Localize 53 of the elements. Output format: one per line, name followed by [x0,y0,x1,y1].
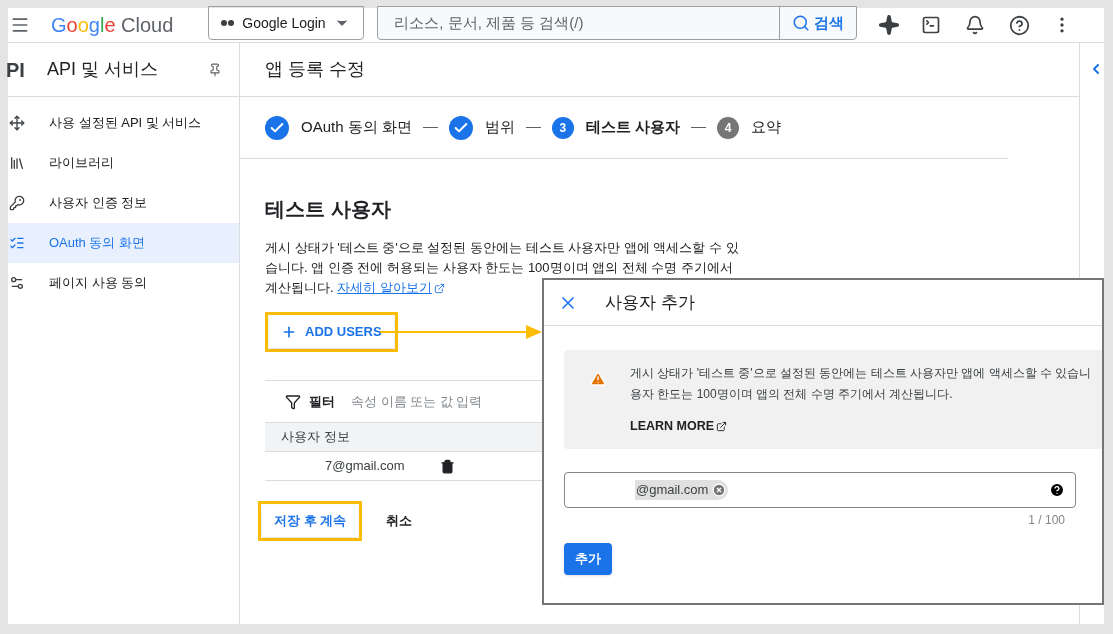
remove-icon[interactable] [712,483,727,497]
column-header: 사용자 정보 [281,428,350,447]
project-selector[interactable]: Google Login [208,6,365,40]
warning-icon [590,371,606,387]
sidebar-item[interactable]: 라이브러리 [8,143,239,183]
sidebar-item[interactable]: 사용 설정된 API 및 서비스 [8,103,239,143]
table-cell-text: 7@gmail.com [325,457,406,476]
learn-more-link[interactable]: 자세히 알아보기 [337,278,445,298]
pin-icon[interactable] [208,62,222,77]
step-number: 4 [717,116,740,139]
notifications-icon[interactable] [965,15,986,35]
terminal-icon[interactable] [921,15,942,35]
project-icon [221,20,235,26]
logo: Google Cloud [51,13,174,38]
cancel-button[interactable]: 취소 [378,505,421,537]
search-icon [792,14,811,32]
sidebar-item[interactable]: 사용자 인증 정보 [8,183,239,223]
page-title: 앱 등록 수정 [265,58,365,81]
move-arrows-icon [9,115,25,131]
email-chip: @gmail.com [635,480,729,500]
sidebar-item[interactable]: 페이지 사용 동의 [8,263,239,303]
filter-icon [285,393,301,410]
filter-field[interactable]: 속성 이름 또는 값 입력 [351,391,551,412]
sidebar-item[interactable]: OAuth 동의 화면 [8,223,239,263]
delete-icon[interactable] [440,458,455,474]
external-link-icon [433,282,445,294]
external-link-icon [716,420,728,432]
add-button[interactable]: 추가 [564,543,612,575]
step-label: OAuth 동의 화면 [301,117,412,138]
step-number: 3 [551,116,574,139]
key-icon [9,195,25,211]
save-continue-button[interactable]: 저장 후 계속 [262,505,359,537]
learn-more-link[interactable]: LEARN MORE [630,417,728,436]
add-users-button[interactable]: ADD USERS [269,316,394,348]
library-icon [9,155,25,171]
step-label: 요약 [751,117,782,138]
api-label: PI [6,57,26,83]
section-title: 테스트 사용자 [265,197,392,222]
menu-icon[interactable] [10,15,30,35]
filter-label: 필터 [309,392,335,411]
email-field[interactable]: @gmail.com [564,472,1076,508]
sidebar-title: API 및 서비스 [47,58,158,81]
step-label: 테스트 사용자 [585,117,681,138]
checklist-icon [9,235,25,251]
character-counter: 1 / 100 [1028,512,1065,529]
sparkle-icon[interactable] [878,14,901,36]
settings-icon [9,275,25,291]
notice-text: 게시 상태가 '테스트 중'으로 설정된 동안에는 테스트 사용자만 앱에 액세스할 수 있습니 용자 한도는 100명이며 앱의 전체 수명 주기에서 계산됩니다. [630,365,1092,403]
search-field[interactable]: 리소스, 문서, 제품 등 검색(/) 검색 [377,6,858,40]
step-label: 범위 [484,117,515,138]
plus-icon [281,324,297,340]
help-icon[interactable] [1009,14,1031,36]
search-button[interactable]: 검색 [779,7,857,39]
